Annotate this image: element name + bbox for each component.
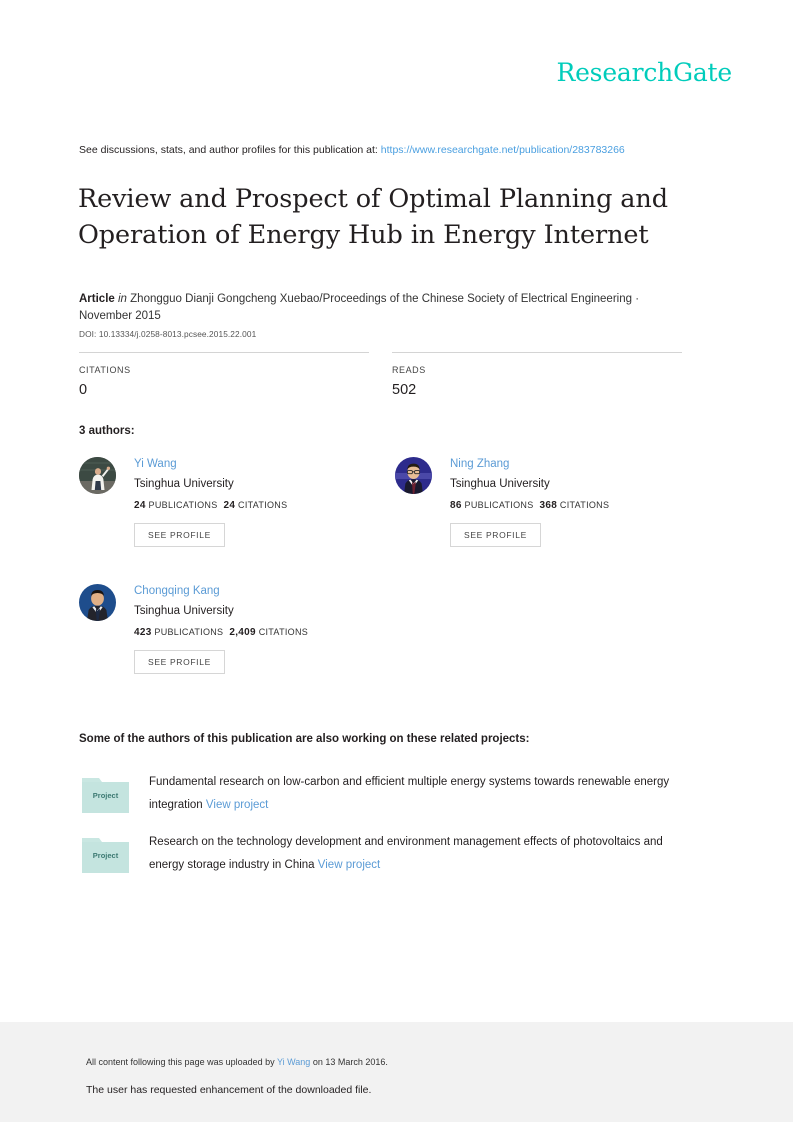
author-affiliation: Tsinghua University (134, 605, 234, 617)
footer-enhancement-line: The user has requested enhancement of th… (86, 1084, 372, 1096)
author-citations-count: 24 (223, 500, 236, 511)
avatar[interactable] (79, 584, 116, 621)
project-item: Project Research on the technology devel… (79, 831, 694, 877)
discussions-line: See discussions, stats, and author profi… (79, 144, 625, 156)
project-folder-icon[interactable]: Project (82, 835, 129, 873)
stat-divider (79, 352, 369, 353)
author-citations-count: 2,409 (229, 627, 256, 638)
author-publications-label: PUBLICATIONS (148, 500, 218, 510)
author-body: Yi Wang Tsinghua University 24 PUBLICATI… (134, 457, 379, 547)
article-venue: Zhongguo Dianji Gongcheng Xuebao/Proceed… (79, 293, 640, 322)
project-text: Research on the technology development a… (149, 831, 694, 877)
project-title: Research on the technology development a… (149, 836, 663, 871)
author-citations-label: CITATIONS (258, 627, 309, 637)
avatar[interactable] (395, 457, 432, 494)
author-body: Ning Zhang Tsinghua University 86 PUBLIC… (450, 457, 695, 547)
publication-url-link[interactable]: https://www.researchgate.net/publication… (381, 144, 625, 156)
author-body: Chongqing Kang Tsinghua University 423 P… (134, 584, 379, 674)
authors-heading: 3 authors: (79, 425, 135, 437)
author-name-link[interactable]: Ning Zhang (450, 457, 695, 471)
footer-prefix: All content following this page was uplo… (86, 1057, 275, 1067)
article-type: Article (79, 293, 115, 305)
project-text: Fundamental research on low-carbon and e… (149, 771, 694, 817)
author-publications-count: 86 (450, 500, 462, 511)
article-in-word: in (118, 293, 127, 305)
see-profile-button[interactable]: SEE PROFILE (134, 650, 225, 674)
author-publications-count: 423 (134, 627, 152, 638)
author-citations-label: CITATIONS (238, 500, 288, 510)
article-meta: Article in Zhongguo Dianji Gongcheng Xue… (79, 291, 691, 324)
project-item: Project Fundamental research on low-carb… (79, 771, 694, 817)
stat-citations: CITATIONS 0 (79, 352, 369, 398)
researchgate-cover-page: ResearchGate See discussions, stats, and… (0, 0, 793, 1122)
project-icon-label: Project (93, 791, 119, 800)
project-icon-label: Project (93, 851, 119, 860)
author-publications-count: 24 (134, 500, 146, 511)
project-folder-icon[interactable]: Project (82, 775, 129, 813)
stat-reads-value: 502 (392, 382, 417, 398)
footer-suffix: on 13 March 2016. (312, 1057, 388, 1067)
stat-reads: READS 502 (392, 352, 682, 398)
see-profile-button[interactable]: SEE PROFILE (450, 523, 541, 547)
stat-divider (392, 352, 682, 353)
author-citations-label: CITATIONS (559, 500, 610, 510)
researchgate-logo-text: ResearchGate (556, 58, 732, 87)
view-project-link[interactable]: View project (318, 859, 380, 871)
author-stats: 24 PUBLICATIONS 24 CITATIONS (134, 500, 379, 511)
author-card: Yi Wang Tsinghua University 24 PUBLICATI… (79, 457, 379, 547)
author-publications-label: PUBLICATIONS (154, 627, 224, 637)
avatar[interactable] (79, 457, 116, 494)
stat-citations-label: CITATIONS (79, 365, 131, 375)
stat-reads-label: READS (392, 365, 426, 375)
view-project-link[interactable]: View project (206, 799, 268, 811)
page-title: Review and Prospect of Optimal Planning … (78, 184, 668, 250)
author-stats: 86 PUBLICATIONS 368 CITATIONS (450, 500, 695, 511)
author-publications-label: PUBLICATIONS (464, 500, 534, 510)
author-card: Ning Zhang Tsinghua University 86 PUBLIC… (395, 457, 695, 547)
author-citations-count: 368 (539, 500, 558, 511)
footer: All content following this page was uplo… (0, 1022, 793, 1122)
author-affiliation: Tsinghua University (134, 478, 234, 490)
author-stats: 423 PUBLICATIONS 2,409 CITATIONS (134, 627, 379, 638)
author-affiliation: Tsinghua University (450, 478, 550, 490)
stat-citations-value: 0 (79, 382, 88, 398)
projects-heading: Some of the authors of this publication … (79, 733, 530, 745)
author-card: Chongqing Kang Tsinghua University 423 P… (79, 584, 379, 674)
author-name-link[interactable]: Chongqing Kang (134, 584, 379, 598)
author-name-link[interactable]: Yi Wang (134, 457, 379, 471)
article-doi: DOI: 10.13334/j.0258-8013.pcsee.2015.22.… (79, 329, 257, 339)
researchgate-logo[interactable]: ResearchGate (556, 58, 732, 87)
see-profile-button[interactable]: SEE PROFILE (134, 523, 225, 547)
discussions-prefix: See discussions, stats, and author profi… (79, 144, 378, 156)
footer-upload-line: All content following this page was uplo… (86, 1057, 388, 1067)
footer-uploader-link[interactable]: Yi Wang (277, 1057, 310, 1067)
